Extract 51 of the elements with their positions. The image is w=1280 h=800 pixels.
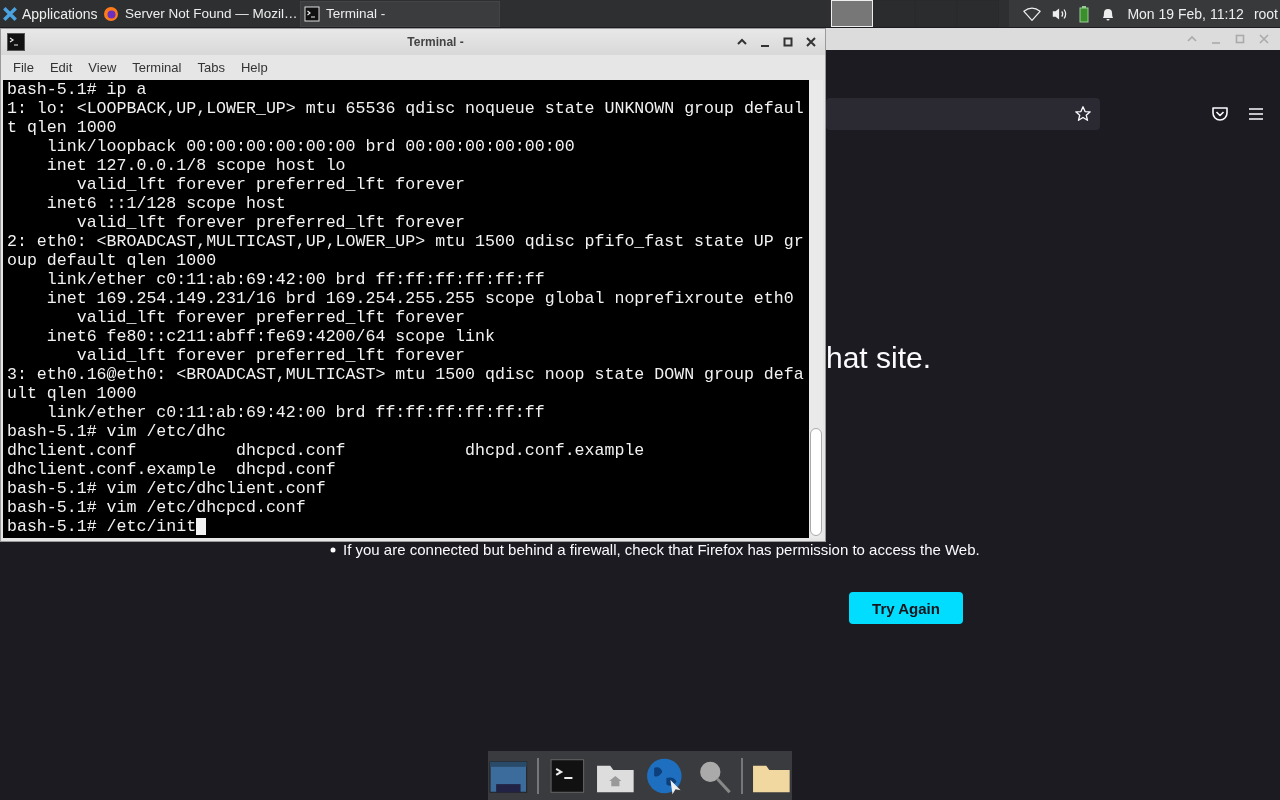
terminal-line: dhclient.conf.example dhcpd.conf — [7, 460, 336, 479]
terminal-line: link/ether c0:11:ab:69:42:00 brd ff:ff:ff:ff:ff:ff — [45, 403, 545, 422]
applications-menu[interactable]: Applications — [0, 0, 100, 27]
terminal-line: inet 169.254.149.231/16 brd 169.254.255.255 scope global noprefixroute eth0 — [45, 289, 794, 308]
terminal-line: 1: lo: <LOOPBACK,UP,LOWER_UP> mtu 65536 qdisc noqueue state UNKNOWN group defaul — [7, 99, 804, 118]
menu-item[interactable]: Edit — [41, 58, 81, 77]
maximize-icon[interactable] — [782, 36, 794, 48]
browser-icon — [103, 5, 119, 22]
terminal-line: t qlen 1000 — [7, 118, 117, 137]
address-field[interactable] — [826, 98, 1100, 130]
task-button[interactable]: Terminal - — [300, 0, 500, 27]
pocket-icon[interactable] — [1210, 104, 1230, 124]
menu-item[interactable]: Terminal — [124, 58, 190, 77]
terminal-line: inet 127.0.0.1/8 scope host lo — [45, 156, 346, 175]
terminal-line: valid_lft forever preferred_lft forever — [75, 346, 466, 365]
terminal-line: bash-5.1# /etc/init — [7, 517, 197, 536]
terminal-line: inet6 ::1/128 scope host — [45, 194, 286, 213]
user-name[interactable]: root — [1253, 5, 1278, 22]
terminal-line: valid_lft forever preferred_lft forever — [75, 308, 466, 327]
terminal-line: bash-5.1# vim /etc/dhc — [7, 422, 227, 441]
terminal-line: bash-5.1# vim /etc/dhclient.conf — [7, 479, 326, 498]
scrollbar[interactable] — [809, 80, 823, 538]
x-logo-icon — [2, 5, 18, 22]
hint-text: If you are connected but behind a firewall, check that Firefox has permission to access the Web. — [343, 541, 980, 559]
menu-item[interactable]: Tabs — [189, 58, 233, 77]
terminal-icon — [7, 33, 25, 51]
terminal-line: inet6 fe80::c211:abff:fe69:4200/64 scope link — [45, 327, 495, 346]
close-icon[interactable] — [805, 36, 817, 48]
menu-item[interactable]: File — [5, 58, 42, 77]
bullet-icon — [330, 547, 336, 553]
terminal-icon — [304, 5, 320, 22]
terminal-line: oup default qlen 1000 — [7, 251, 217, 270]
wifi-icon[interactable] — [1023, 5, 1042, 22]
star-icon[interactable] — [1074, 105, 1092, 123]
terminal-line: valid_lft forever preferred_lft forever — [75, 213, 466, 232]
menu-item[interactable]: View — [80, 58, 125, 77]
terminal-line: link/loopback 00:00:00:00:00:00 brd 00:00:00:00:00:00 — [45, 137, 575, 156]
terminal-line: valid_lft forever preferred_lft forever — [75, 175, 466, 194]
window-title: Terminal - — [406, 35, 465, 49]
clock[interactable]: Mon 19 Feb, 11:12 — [1127, 5, 1244, 22]
menu-item[interactable]: Help — [232, 58, 276, 77]
try-again-button[interactable]: Try Again — [849, 592, 963, 624]
terminal-line: bash-5.1# vim /etc/dhcpcd.conf — [7, 498, 306, 517]
battery-icon[interactable] — [1079, 4, 1090, 23]
terminal-line: 3: eth0.16@eth0: <BROADCAST,MULTICAST> mtu 1500 qdisc noop state DOWN group defa — [7, 365, 804, 384]
page-heading: hat site. — [826, 340, 933, 376]
terminal-line: bash-5.1# ip a — [7, 80, 147, 99]
terminal-line: ult qlen 1000 — [7, 384, 137, 403]
terminal-line: link/ether c0:11:ab:69:42:00 brd ff:ff:ff:ff:ff:ff — [45, 270, 545, 289]
terminal-line: 2: eth0: <BROADCAST,MULTICAST,UP,LOWER_UP> mtu 1500 qdisc pfifo_fast state UP gr — [7, 232, 804, 251]
terminal-line: dhclient.conf dhcpcd.conf dhcpd.conf.example — [7, 441, 645, 460]
